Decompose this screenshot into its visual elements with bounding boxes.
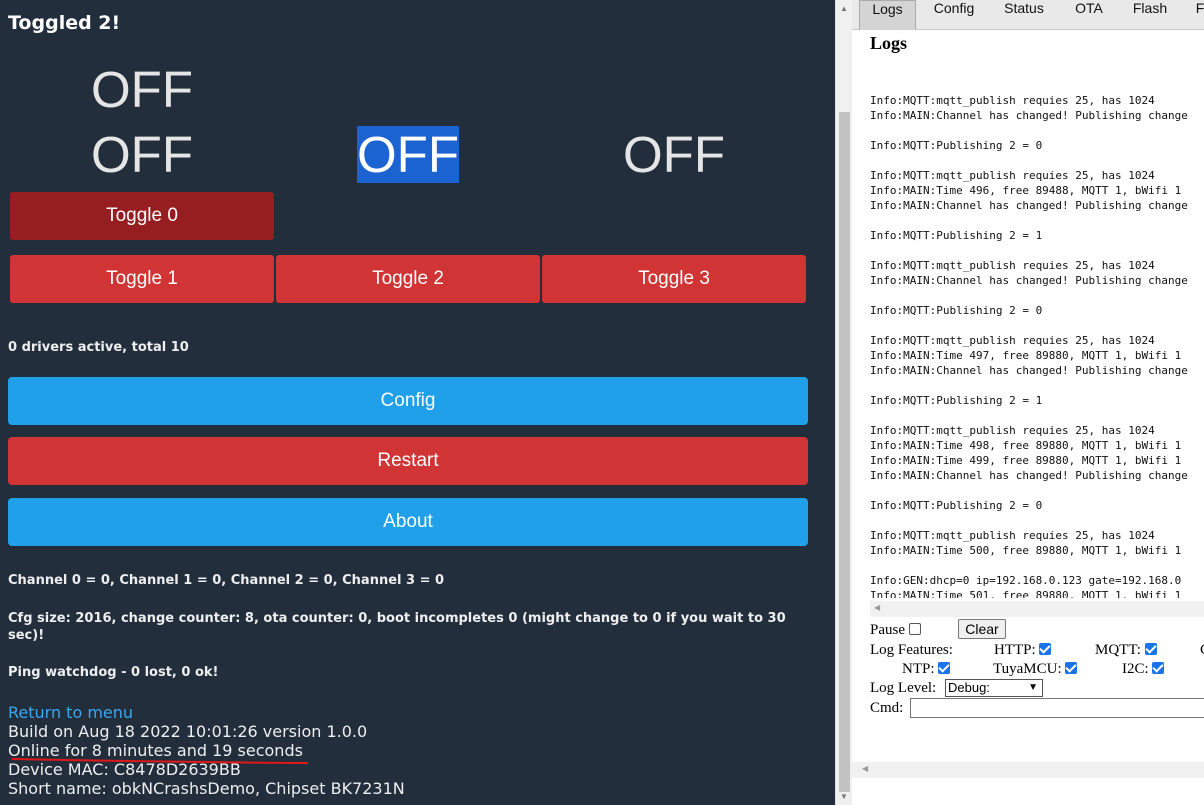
feature-i2c: I2C: [1122, 660, 1165, 678]
left-vertical-scrollbar[interactable]: ▲ ▼ [835, 0, 852, 805]
pause-checkbox[interactable] [908, 623, 921, 635]
log-line: Info:MQTT:Publishing 2 = 1 [870, 394, 1043, 407]
log-line: Info:MQTT:mqtt_publish requies 25, has 1… [870, 424, 1155, 437]
channel-state-1: OFF [91, 126, 193, 183]
channel-state-2: OFF [357, 126, 459, 183]
log-line: Info:MAIN:Time 498, free 89880, MQTT 1, … [870, 439, 1182, 452]
toggle-0-button[interactable]: Toggle 0 [10, 192, 274, 240]
feature-ntp-checkbox[interactable] [938, 662, 951, 674]
feature-tuyamcu-checkbox[interactable] [1065, 662, 1078, 674]
log-line: Info:MAIN:Time 496, free 89488, MQTT 1, … [870, 184, 1182, 197]
about-button[interactable]: About [8, 498, 808, 546]
config-button[interactable]: Config [8, 377, 808, 425]
channel-state-0: OFF [91, 61, 193, 118]
toggle-3-button[interactable]: Toggle 3 [542, 255, 806, 303]
toggle-2-button[interactable]: Toggle 2 [276, 255, 540, 303]
return-to-menu-link[interactable]: Return to menu [8, 703, 133, 722]
cmd-input[interactable] [910, 698, 1204, 718]
feature-http: HTTP: [994, 641, 1052, 659]
logs-title: Logs [870, 33, 908, 53]
log-line: Info:MQTT:mqtt_publish requies 25, has 1… [870, 334, 1155, 347]
device-main-page: Toggled 2! OFF OFF OFF OFF Toggle 0 Togg… [0, 0, 835, 805]
log-line: Info:MQTT:mqtt_publish requies 25, has 1… [870, 529, 1155, 542]
tab-config[interactable]: Config [922, 0, 986, 30]
build-info: Build on Aug 18 2022 10:01:26 version 1.… [8, 722, 368, 741]
scroll-thumb[interactable] [839, 112, 850, 792]
log-line: Info:MAIN:Channel has changed! Publishin… [870, 364, 1188, 377]
clear-button[interactable]: Clear [958, 619, 1006, 639]
log-line: Info:MAIN:Channel has changed! Publishin… [870, 109, 1188, 122]
log-level-value: Debug: [948, 680, 990, 695]
log-level-select[interactable]: Debug: ▼ [945, 679, 1043, 697]
tab-bar: Logs Config Status OTA Flash F [852, 0, 1204, 30]
pause-label: Pause [870, 622, 905, 638]
tab-ota[interactable]: OTA [1059, 0, 1119, 30]
tab-status[interactable]: Status [992, 0, 1056, 30]
panel-horizontal-scrollbar[interactable]: ◀ [852, 762, 1204, 778]
tab-logs[interactable]: Logs [859, 0, 916, 30]
cmd-label: Cmd: [870, 700, 904, 716]
feature-mqtt: MQTT: [1095, 641, 1157, 659]
log-line: Info:MQTT:Publishing 2 = 1 [870, 229, 1043, 242]
channels-status: Channel 0 = 0, Channel 1 = 0, Channel 2 … [8, 573, 445, 588]
log-features-label: Log Features: [870, 642, 953, 658]
log-line: Info:MQTT:mqtt_publish requies 25, has 1… [870, 94, 1155, 107]
feature-http-checkbox[interactable] [1039, 643, 1052, 655]
log-horizontal-scrollbar[interactable]: ◀ [870, 601, 1204, 617]
log-line: Info:MAIN:Channel has changed! Publishin… [870, 469, 1188, 482]
feature-tuyamcu: TuyaMCU: [993, 660, 1078, 678]
feature-ntp: NTP: [902, 660, 951, 678]
channel-state-3: OFF [623, 126, 725, 183]
log-line: Info:MAIN:Channel has changed! Publishin… [870, 199, 1188, 212]
ping-status: Ping watchdog - 0 lost, 0 ok! [8, 665, 219, 680]
feature-i2c-checkbox[interactable] [1152, 662, 1165, 674]
log-line: Info:MQTT:mqtt_publish requies 25, has 1… [870, 259, 1155, 272]
log-level-label: Log Level: [870, 680, 937, 696]
tab-flash[interactable]: Flash [1124, 0, 1176, 30]
log-line: Info:MAIN:Time 499, free 89880, MQTT 1, … [870, 454, 1182, 467]
log-line: Info:MQTT:Publishing 2 = 0 [870, 304, 1043, 317]
scroll-left-icon[interactable]: ◀ [874, 603, 880, 612]
scroll-down-icon[interactable]: ▼ [840, 792, 848, 801]
log-line: Info:MQTT:Publishing 2 = 0 [870, 499, 1043, 512]
scroll-up-icon[interactable]: ▲ [840, 4, 848, 13]
log-line: Info:MQTT:mqtt_publish requies 25, has 1… [870, 169, 1155, 182]
pause-control: Pause [870, 621, 921, 639]
mac-info: Device MAC: C8478D2639BB [8, 760, 241, 779]
drivers-status: 0 drivers active, total 10 [8, 340, 189, 355]
log-line: Info:MAIN:Channel has changed! Publishin… [870, 274, 1188, 287]
scroll-left-icon[interactable]: ◀ [862, 764, 868, 773]
log-line: Info:MAIN:Time 501, free 89880, MQTT 1, … [870, 589, 1182, 598]
log-output: Info:MQTT:mqtt_publish requies 25, has 1… [870, 78, 1204, 598]
chevron-down-icon: ▼ [1028, 682, 1038, 693]
log-line: Info:MQTT:Publishing 2 = 0 [870, 139, 1043, 152]
cfg-status: Cfg size: 2016, change counter: 8, ota c… [8, 611, 786, 643]
toggle-1-button[interactable]: Toggle 1 [10, 255, 274, 303]
logs-panel: Logs Config Status OTA Flash F Logs Info… [852, 0, 1204, 805]
log-line: Info:GEN:dhcp=0 ip=192.168.0.123 gate=19… [870, 574, 1182, 587]
tab-more[interactable]: F [1190, 0, 1204, 30]
restart-button[interactable]: Restart [8, 437, 808, 485]
short-name-info: Short name: obkNCrashsDemo, Chipset BK72… [8, 779, 405, 798]
page-title: Toggled 2! [8, 12, 121, 34]
feature-c: C [1200, 641, 1204, 659]
log-line: Info:MAIN:Time 497, free 89880, MQTT 1, … [870, 349, 1182, 362]
log-line: Info:MAIN:Time 500, free 89880, MQTT 1, … [870, 544, 1182, 557]
feature-mqtt-checkbox[interactable] [1144, 643, 1157, 655]
